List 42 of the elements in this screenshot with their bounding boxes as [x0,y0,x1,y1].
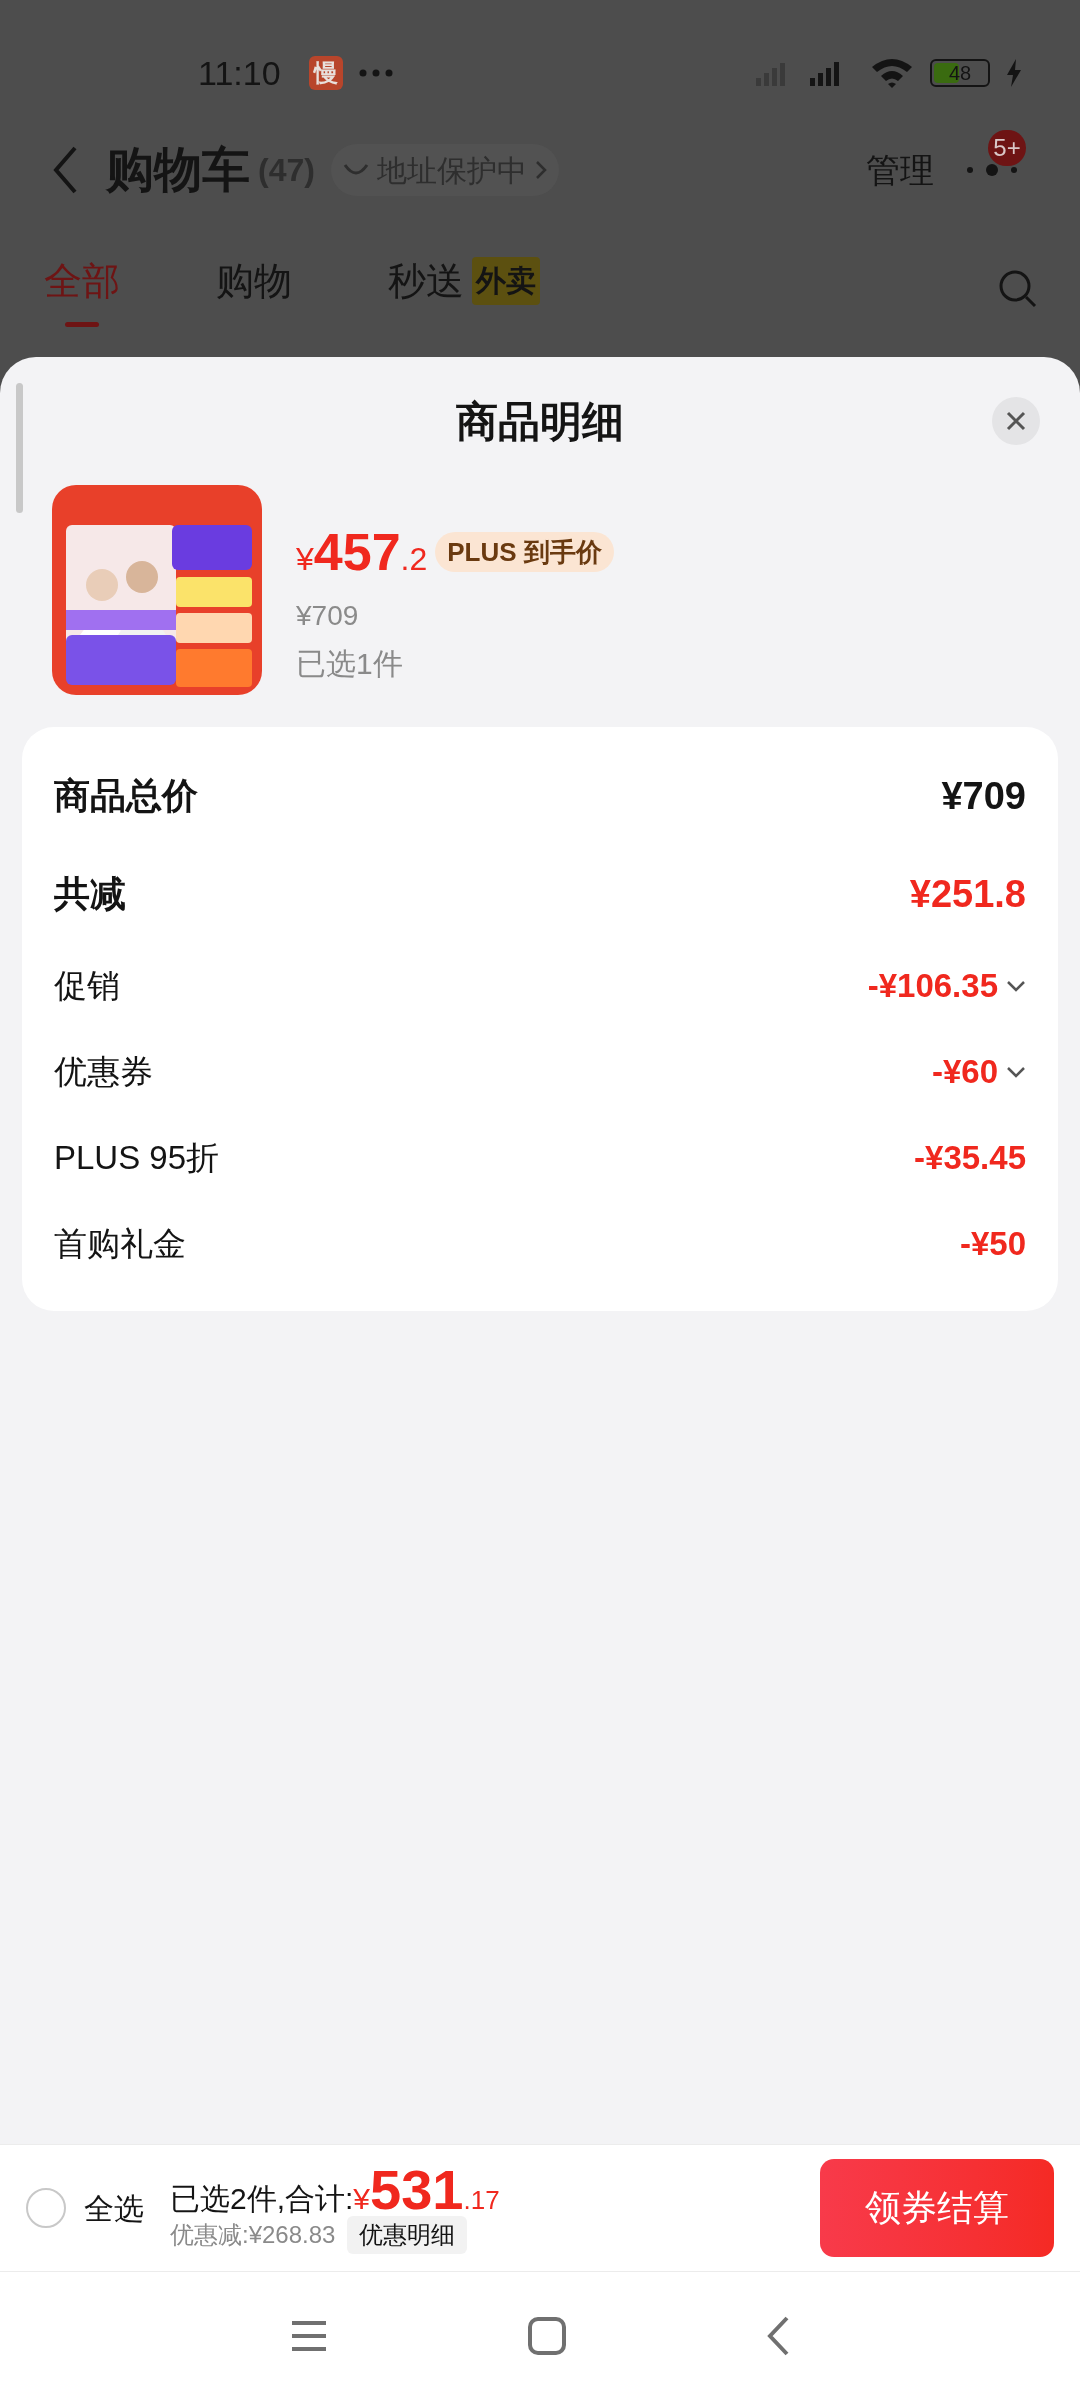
summary-label: 商品总价 [54,774,198,818]
select-all-label: 全选 [84,2190,144,2227]
summary-label: 共减 [54,872,126,916]
charging-icon [1006,59,1022,87]
summary-value: -¥60 [931,1052,998,1093]
smile-icon [342,163,369,177]
close-icon[interactable] [992,397,1040,445]
app-badge: 慢 [308,56,343,90]
tab[interactable]: 全部 [44,250,120,327]
sheet-title: 商品明细 [456,396,624,447]
back-icon[interactable] [766,2316,790,2356]
selected-count: 已选1件 [296,646,404,682]
manage-button[interactable]: 管理 [866,144,934,196]
menu-icon[interactable] [290,2320,328,2352]
more-icon [358,69,393,77]
summary-value: -¥35.45 [914,1138,1026,1179]
status-time: 11:10 [198,52,281,94]
checkout-button[interactable]: 领券结算 [820,2159,1054,2257]
summary-label: 首购礼金 [54,1224,186,1265]
original-price: ¥709 [296,599,360,633]
plus-price-tag: PLUS 到手价 [435,532,614,572]
tab[interactable]: 购物 [216,250,292,327]
summary-value: ¥251.8 [909,871,1026,917]
wifi-icon [870,57,914,89]
summary-value: ¥709 [941,773,1026,819]
discount-detail-button[interactable]: 优惠明细 [347,2216,468,2254]
chevron-right-icon [534,160,547,180]
summary-label: 优惠券 [54,1052,153,1093]
summary-value: -¥50 [959,1224,1026,1265]
product-price: ¥457.2 [296,522,428,583]
discount-amount: 优惠减:¥268.83 [170,2220,336,2250]
chevron-down-icon[interactable] [1006,1066,1026,1078]
select-all-checkbox[interactable] [26,2188,66,2228]
notification-badge: 5+ [988,130,1026,166]
page-title: 购物车 [106,142,250,198]
summary-value: -¥106.35 [867,966,998,1007]
home-icon[interactable] [528,2317,566,2355]
total-label: 已选2件,合计: [170,2181,354,2217]
summary-label: 促销 [54,966,120,1007]
tab[interactable]: 秒送 外卖 [388,250,540,327]
summary-label: PLUS 95折 [54,1138,220,1179]
chevron-down-icon[interactable] [1006,980,1026,992]
